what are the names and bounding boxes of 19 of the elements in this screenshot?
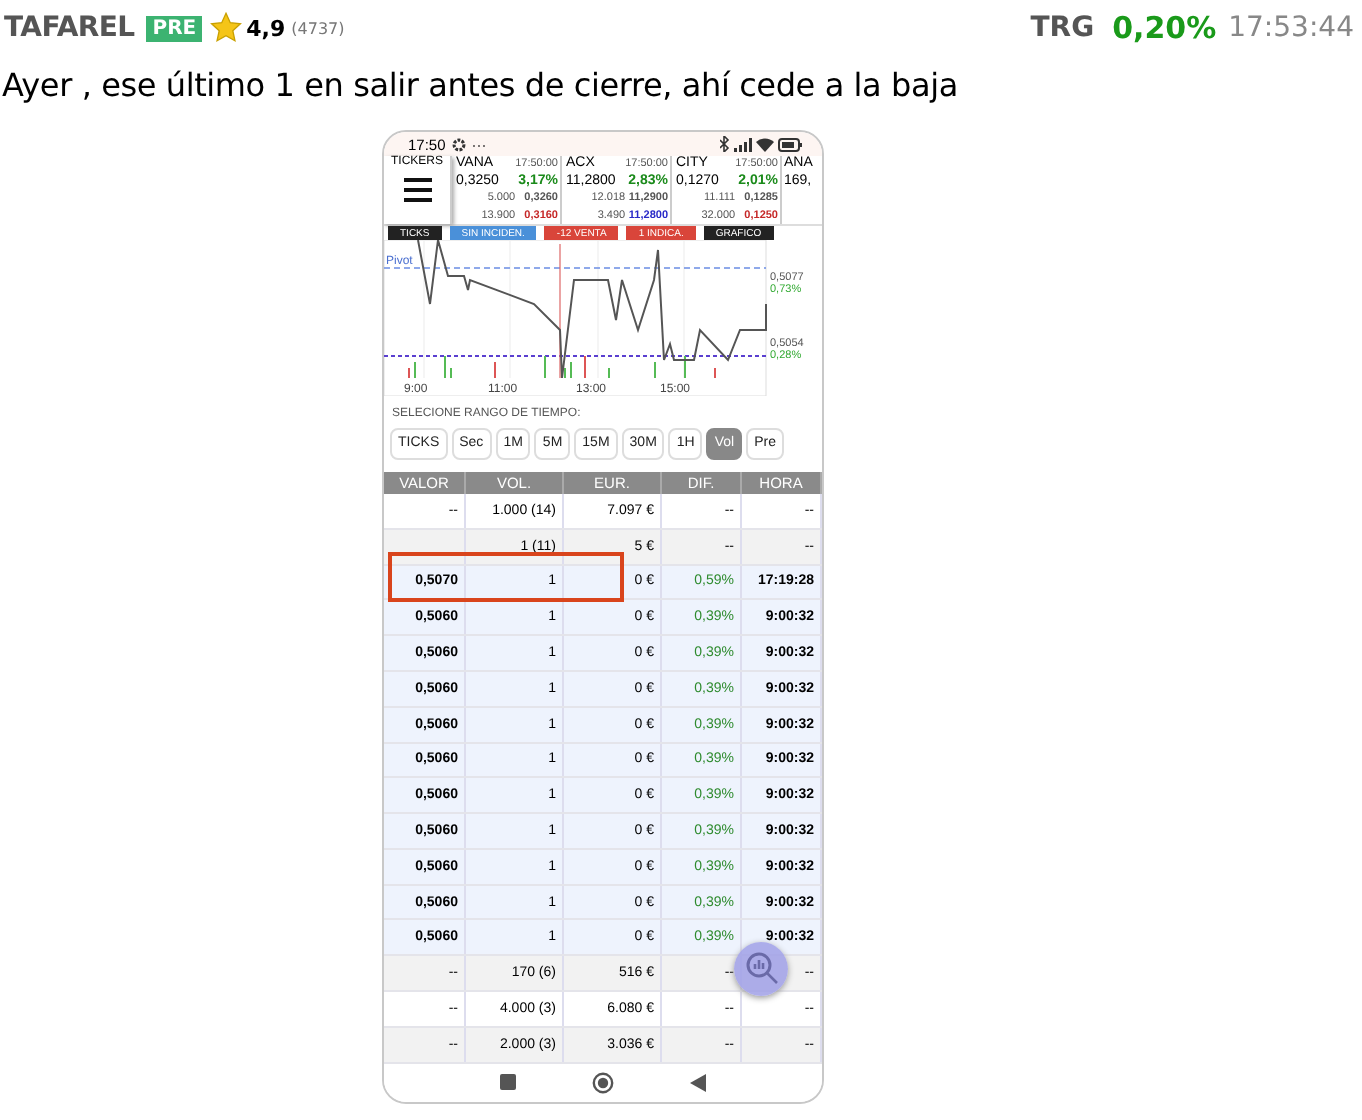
rating-count: (4737) <box>291 19 345 37</box>
pre-badge: PRE <box>146 15 203 41</box>
battery-icon <box>778 137 802 152</box>
recents-icon[interactable] <box>500 1074 516 1091</box>
wifi-icon <box>756 137 774 152</box>
gear-icon <box>451 137 466 152</box>
rating-value: 4,9 <box>246 15 286 41</box>
post-text: Ayer , ese último 1 en salir antes de cierre, ahí cede a la baja <box>0 64 960 108</box>
home-icon[interactable] <box>592 1071 614 1094</box>
post-time: 17:53:44 <box>1228 12 1354 44</box>
signal-icon <box>734 137 752 152</box>
bluetooth-icon <box>720 136 730 153</box>
menu-icon <box>403 178 431 203</box>
username[interactable]: TAFAREL <box>4 12 135 44</box>
star-icon <box>210 12 243 44</box>
back-icon[interactable] <box>690 1073 706 1092</box>
ticker-symbol[interactable]: TRG <box>1030 12 1095 44</box>
price-change: 0,20% <box>1112 10 1217 46</box>
chart-search-icon <box>743 950 779 987</box>
